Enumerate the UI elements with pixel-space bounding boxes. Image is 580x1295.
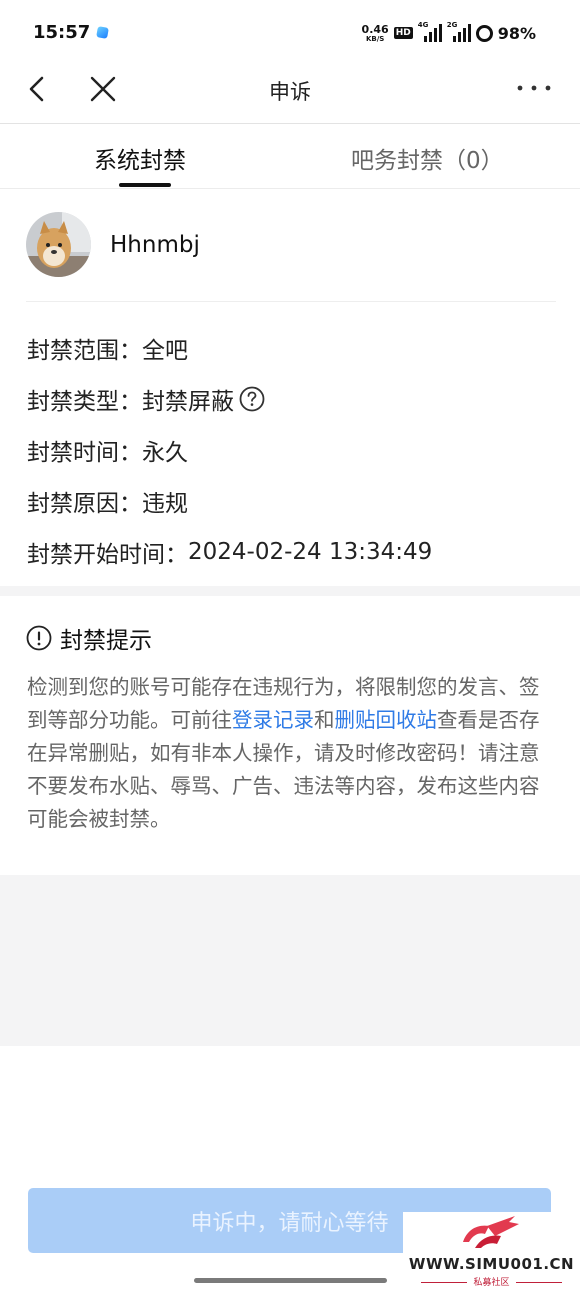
more-dots-icon[interactable] [516,78,552,98]
navigation-bar: 申诉 [0,62,580,124]
watermark: WWW.SIMU001.CN 私募社区 [403,1212,580,1295]
status-indicators: 0.46 KB/S HD 4G 2G 98% [362,20,536,46]
notice-title: 封禁提示 [60,628,152,654]
battery-icon [475,24,493,42]
active-tab-indicator [119,183,171,187]
hd-voice-icon: HD [393,27,413,39]
ban-type-row: 封禁类型： 封禁屏蔽 [27,373,557,424]
user-row: Hhnmbj [26,212,556,302]
ban-reason-row: 封禁原因： 违规 [27,475,557,526]
login-record-link[interactable]: 登录记录 [232,708,314,732]
username: Hhnmbj [110,232,200,258]
network-speed: 0.46 KB/S [362,24,389,43]
notice-header: 封禁提示 [26,622,152,654]
ban-start-label: 封禁开始时间： [27,541,188,568]
ban-start-row: 封禁开始时间： 2024-02-24 13:34:49 [27,526,557,577]
signal-sim2-icon: 2G [447,21,471,42]
page-title: 申诉 [269,80,311,104]
network-speed-value: 0.46 [361,22,389,36]
watermark-url: WWW.SIMU001.CN [408,1255,575,1273]
alert-circle-icon [26,625,52,651]
blank-section [0,875,580,1046]
ban-time-value: 永久 [142,439,188,466]
ban-scope-label: 封禁范围： [27,337,142,364]
battery-level: 98% [497,23,536,43]
ban-info: 封禁范围： 全吧 封禁类型： 封禁屏蔽 封禁时间： 永久 封禁原因： 违规 封禁… [27,322,557,577]
appeal-page: 15:57 0.46 KB/S HD 4G 2G 98% 申诉 系统封禁 吧务封… [0,0,580,1295]
ban-type-label: 封禁类型： [27,388,142,415]
question-help-icon[interactable] [239,386,265,412]
status-time: 15:57 [33,22,91,43]
ban-time-row: 封禁时间： 永久 [27,424,557,475]
network-speed-unit: KB/S [365,34,385,43]
status-bar: 15:57 0.46 KB/S HD 4G 2G 98% [0,0,580,62]
ban-type-tabs: 系统封禁 吧务封禁（0） [0,125,580,189]
notice-text-and: 和 [314,708,335,732]
tab-bar-admin-ban[interactable]: 吧务封禁（0） [351,141,504,175]
watermark-logo-icon [463,1216,519,1248]
ban-start-value: 2024-02-24 13:34:49 [188,538,433,565]
deleted-posts-link[interactable]: 删贴回收站 [335,708,438,732]
ban-reason-label: 封禁原因： [27,490,142,517]
ban-scope-value: 全吧 [142,337,188,364]
section-divider [0,586,580,596]
avatar[interactable] [26,212,91,277]
home-indicator[interactable] [194,1278,387,1283]
tab-system-ban[interactable]: 系统封禁 [94,141,186,175]
ban-type-value: 封禁屏蔽 [142,388,234,415]
ban-time-label: 封禁时间： [27,439,142,466]
watermark-subtitle: 私募社区 [403,1275,580,1288]
ban-reason-value: 违规 [142,490,188,517]
app-notification-icon [96,26,109,39]
signal-sim1-icon: 4G [418,21,442,42]
ban-scope-row: 封禁范围： 全吧 [27,322,557,373]
notice-text: 检测到您的账号可能存在违规行为，将限制您的发言、签到等部分功能。可前往登录记录和… [27,671,553,836]
